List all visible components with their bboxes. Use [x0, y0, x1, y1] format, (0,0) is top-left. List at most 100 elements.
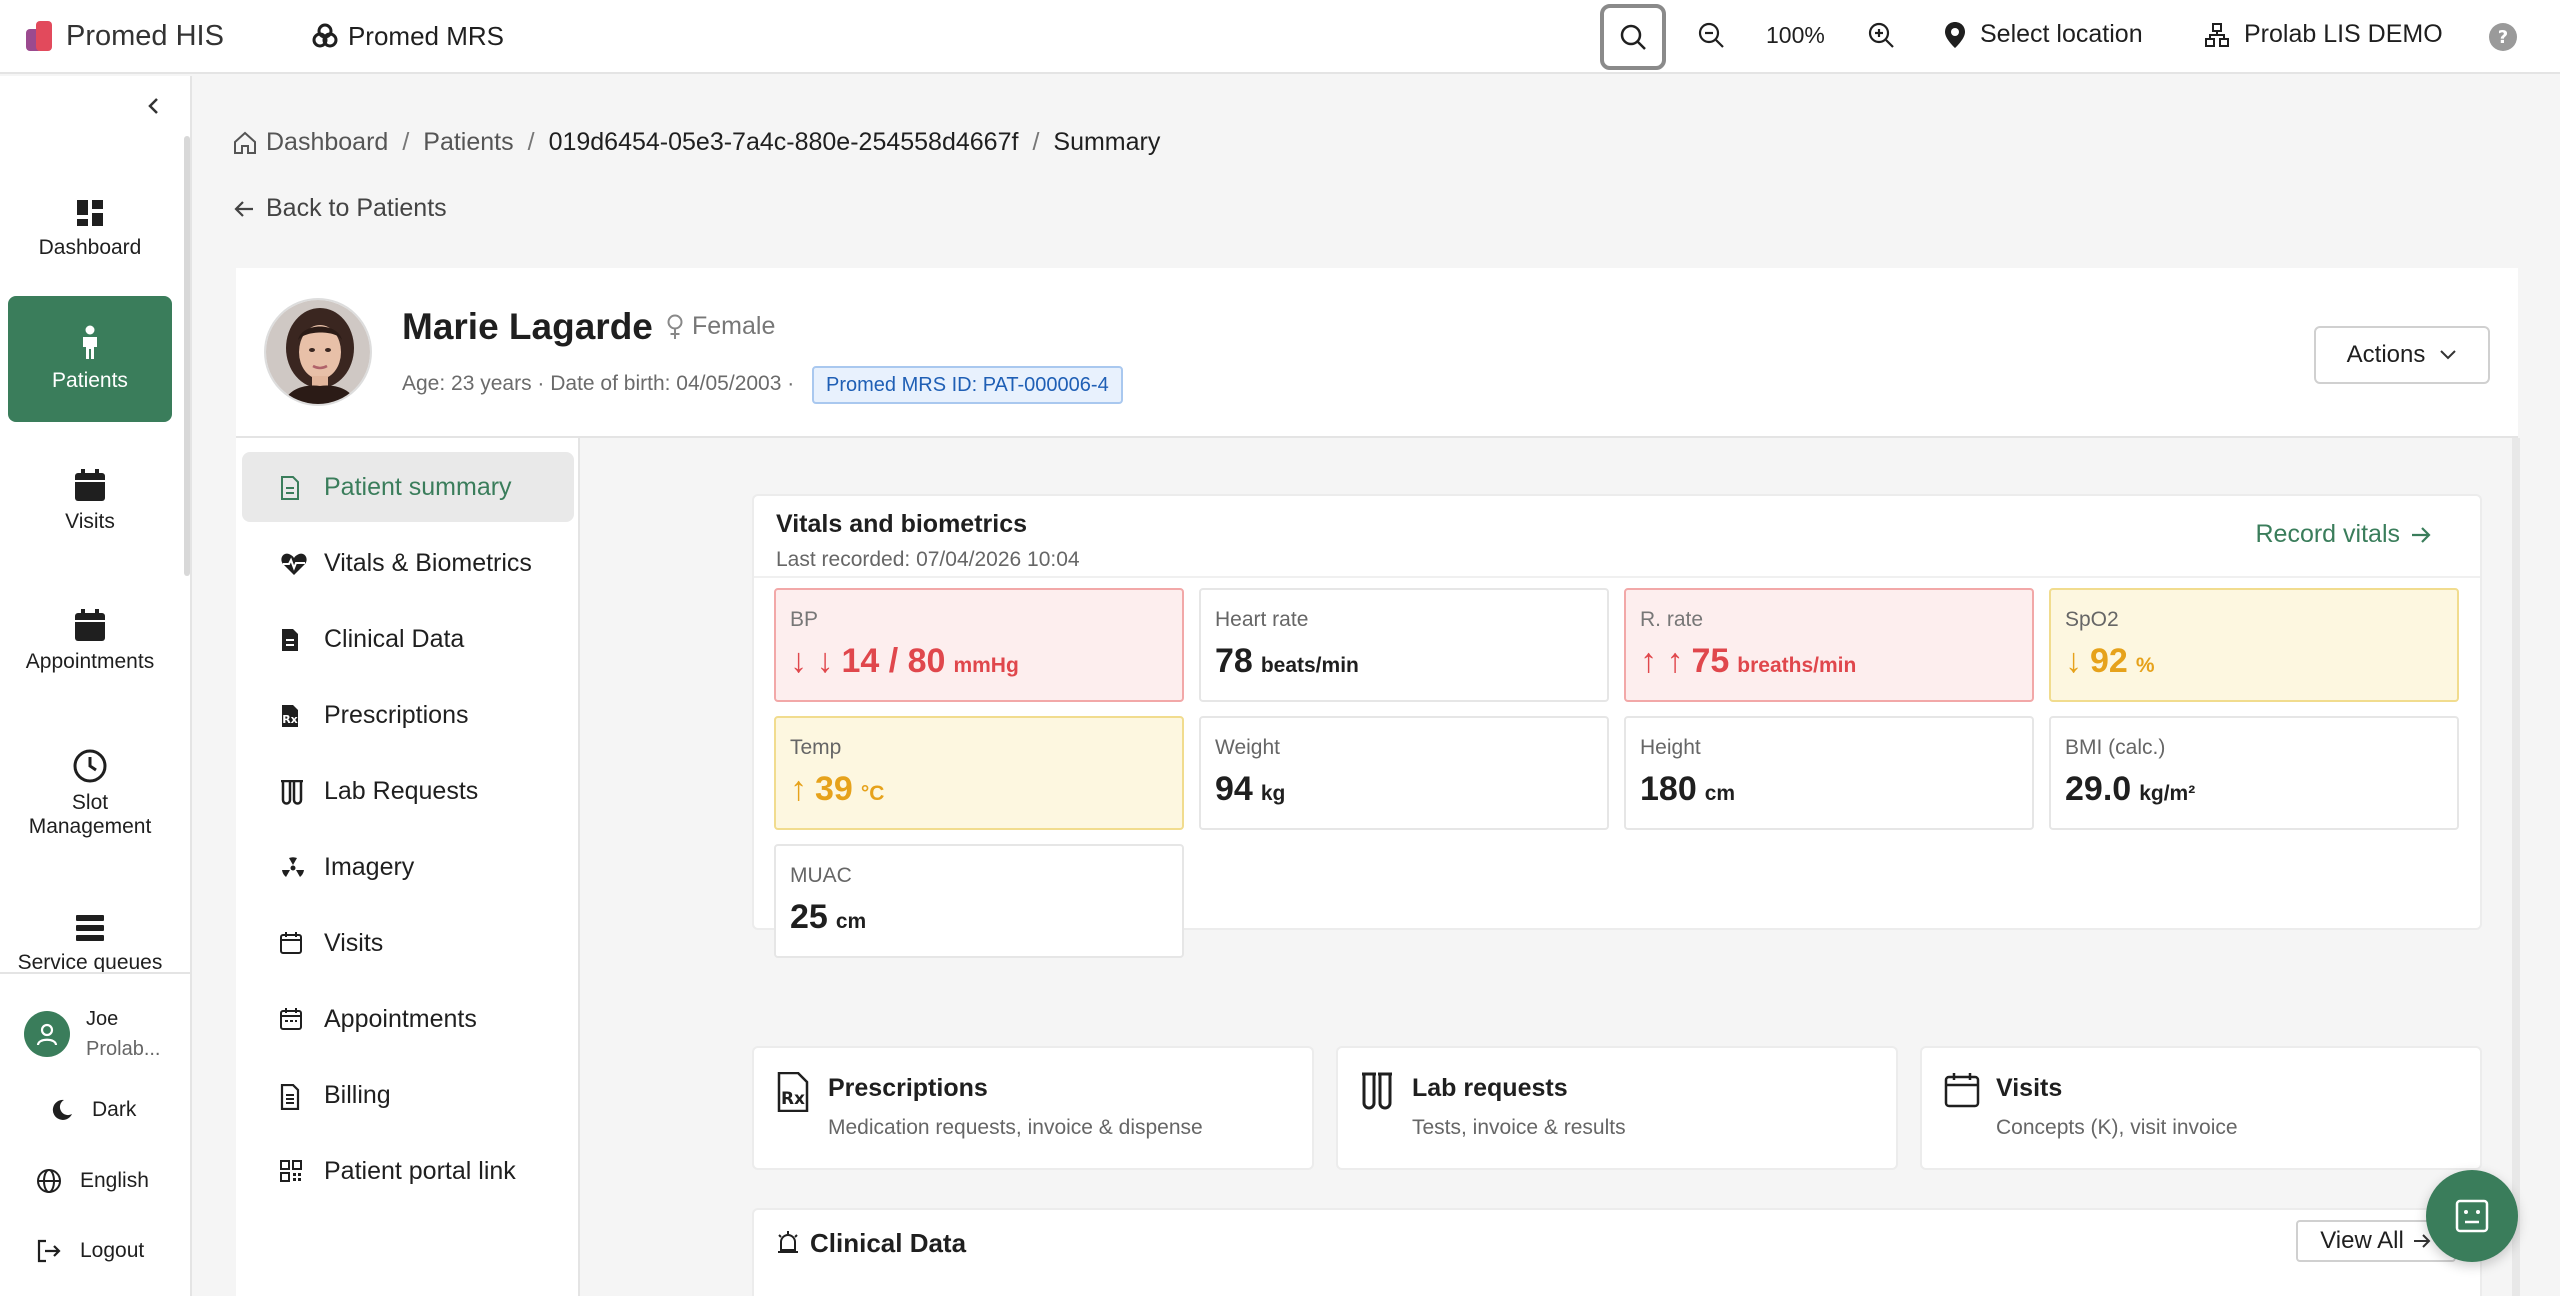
zoom-out-icon [1698, 22, 1724, 48]
female-icon [667, 314, 683, 339]
vital-label: R. rate [1640, 608, 1704, 631]
subnav-prescriptions[interactable]: Rx Prescriptions [242, 680, 574, 750]
top-bar: Promed HIS Promed MRS 100% Select locati… [0, 0, 2560, 74]
record-vitals-link[interactable]: Record vitals [2256, 520, 2433, 549]
actions-dropdown[interactable]: Actions [2314, 326, 2490, 384]
collapse-nav-button[interactable] [146, 96, 160, 122]
nav-item-appointments[interactable]: Appointments [8, 586, 172, 696]
back-to-patients-link[interactable]: Back to Patients [232, 194, 447, 223]
nav-scrollbar[interactable] [184, 136, 190, 576]
patient-meta: Age: 23 years · Date of birth: 04/05/200… [402, 372, 795, 395]
zoom-out-button[interactable] [1696, 20, 1726, 55]
lis-selector[interactable]: Prolab LIS DEMO [2204, 20, 2443, 49]
calendar-icon [75, 609, 105, 641]
lis-label: Prolab LIS DEMO [2244, 20, 2443, 48]
logout-label: Logout [80, 1239, 145, 1262]
clinical-data-card: Clinical Data View All [752, 1208, 2482, 1296]
subnav-visits[interactable]: Visits [242, 908, 574, 978]
vital-tile-weight: Weight 94 kg [1199, 716, 1609, 830]
quick-card-lab-requests[interactable]: Lab requests Tests, invoice & results [1336, 1046, 1898, 1170]
vital-label: Weight [1215, 736, 1280, 759]
vital-unit: mmHg [953, 654, 1019, 677]
location-selector[interactable]: Select location [1944, 20, 2143, 49]
breadcrumb-patient-id[interactable]: 019d6454-05e3-7a4c-880e-254558d4667f [549, 128, 1019, 157]
svg-text:Rx: Rx [282, 713, 298, 726]
nav-item-visits[interactable]: Visits [8, 446, 172, 556]
subnav-billing[interactable]: Billing [242, 1060, 574, 1130]
theme-toggle[interactable]: Dark [50, 1098, 136, 1122]
logout-button[interactable]: Logout [36, 1238, 144, 1264]
vital-label: SpO2 [2065, 608, 2119, 631]
vital-tile-height: Height 180 cm [1624, 716, 2034, 830]
svg-text:Rx: Rx [781, 1089, 805, 1109]
zoom-in-button[interactable] [1866, 20, 1896, 55]
module-switcher[interactable]: Promed MRS [312, 21, 504, 52]
vital-tile-spo2: SpO2 ↓ 92% [2049, 588, 2459, 702]
view-all-label: View All [2320, 1227, 2404, 1254]
subnav-lab-requests[interactable]: Lab Requests [242, 756, 574, 826]
content-scrollbar[interactable] [2512, 438, 2520, 1296]
subnav-label: Lab Requests [324, 776, 479, 805]
arrow-right-icon [2412, 526, 2431, 543]
vital-tile-muac: MUAC 25 cm [774, 844, 1184, 958]
brand-name: Promed HIS [66, 19, 224, 52]
nav-item-dashboard[interactable]: Dashboard [8, 170, 172, 288]
subnav-label: Clinical Data [324, 624, 465, 653]
breadcrumb-separator: / [527, 128, 535, 156]
subnav-label: Billing [324, 1080, 391, 1109]
subnav-label: Imagery [324, 852, 415, 881]
patient-header: Marie Lagarde Female Age: 23 years · Dat… [236, 268, 2518, 438]
globe-icon [37, 1169, 61, 1193]
home-icon [234, 131, 256, 154]
vital-unit: cm [1704, 782, 1736, 805]
trend-arrow: ↑ ↑ [1640, 642, 1684, 680]
mrs-id-badge: Promed MRS ID: PAT-000006-4 [812, 366, 1123, 404]
subnav-label: Vitals & Biometrics [324, 548, 532, 577]
test-tubes-icon [1362, 1072, 1392, 1110]
location-label: Select location [1980, 20, 2143, 48]
user-menu[interactable]: Joe Prolab... [24, 1004, 160, 1064]
help-button[interactable]: ? [2488, 22, 2518, 57]
sitemap-icon [2205, 22, 2229, 47]
subnav-vitals[interactable]: Vitals & Biometrics [242, 528, 574, 598]
left-nav: Dashboard Patients Visits Appointments S… [0, 76, 192, 1296]
subnav-appointments[interactable]: Appointments [242, 984, 574, 1054]
subnav-patient-portal-link[interactable]: Patient portal link [242, 1136, 574, 1206]
vital-value: 29.0 [2065, 770, 2132, 808]
quick-card-subtitle: Medication requests, invoice & dispense [828, 1116, 1203, 1139]
quick-card-subtitle: Tests, invoice & results [1412, 1116, 1626, 1139]
quick-card-prescriptions[interactable]: Rx Prescriptions Medication requests, in… [752, 1046, 1314, 1170]
user-org: Prolab... [86, 1038, 161, 1060]
subnav-label: Patient portal link [324, 1156, 516, 1185]
breadcrumb-patients[interactable]: Patients [423, 128, 513, 157]
search-icon [1620, 24, 1646, 50]
nav-item-patients[interactable]: Patients [8, 296, 172, 422]
theme-label: Dark [92, 1098, 137, 1121]
vital-unit: cm [835, 910, 867, 933]
search-button[interactable] [1600, 4, 1666, 70]
trend-arrow: ↓ [2065, 642, 2082, 680]
breadcrumb-dashboard[interactable]: Dashboard [266, 128, 388, 157]
subnav-clinical-data[interactable]: Clinical Data [242, 604, 574, 674]
file-text-icon [282, 629, 298, 651]
brand[interactable]: Promed HIS [24, 19, 224, 53]
trend-arrow: ↓ ↓ [790, 642, 834, 680]
vital-value: 78 [1215, 642, 1253, 680]
clinical-data-title: Clinical Data [810, 1228, 967, 1258]
subnav-imagery[interactable]: Imagery [242, 832, 574, 902]
siren-icon [778, 1231, 798, 1253]
record-vitals-label: Record vitals [2255, 520, 2401, 548]
nav-item-service-queues[interactable]: Service queues [8, 884, 172, 1004]
vital-unit: kg [1260, 782, 1286, 805]
language-selector[interactable]: English [36, 1168, 149, 1194]
vital-label: BP [790, 608, 819, 631]
logout-icon [37, 1239, 61, 1263]
bot-icon [2455, 1199, 2489, 1233]
nav-item-slot-management[interactable]: Slot Management [8, 724, 172, 864]
assistant-fab[interactable] [2426, 1170, 2518, 1262]
language-label: English [80, 1169, 149, 1192]
calendar-icon [280, 932, 302, 954]
subnav-patient-summary[interactable]: Patient summary [242, 452, 574, 522]
quick-card-visits[interactable]: Visits Concepts (K), visit invoice [1920, 1046, 2482, 1170]
chevron-left-icon [148, 98, 158, 114]
